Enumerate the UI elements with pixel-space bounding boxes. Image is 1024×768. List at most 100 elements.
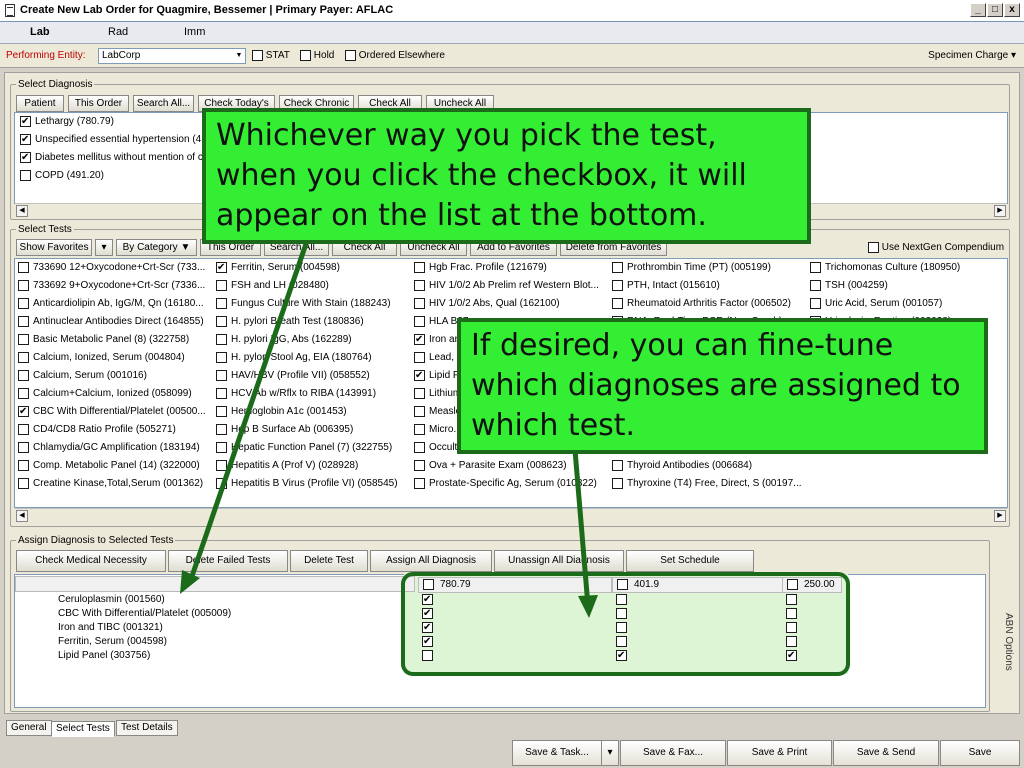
save-and-task-button[interactable]: Save & Task... [512,740,602,766]
test-checkbox[interactable] [414,388,425,399]
test-item[interactable]: Basic Metabolic Panel (8) (322758) [18,334,189,345]
dx-btn-this-order[interactable]: This Order [68,95,129,112]
specimen-charge-menu[interactable]: Specimen Charge ▾ [928,50,1016,61]
assign-btn-delete-failed-tests[interactable]: Delete Failed Tests [168,550,288,572]
test-checkbox[interactable] [414,424,425,435]
test-checkbox[interactable] [612,298,623,309]
diagnosis-item[interactable]: Unspecified essential hypertension (4 [20,133,201,146]
test-item[interactable]: Hepatic Function Panel (7) (322755) [216,442,392,453]
dx-btn-search-all[interactable]: Search All... [133,95,194,112]
diagnosis-checkbox[interactable] [20,133,31,146]
test-item[interactable]: HCV Ab w/Rflx to RIBA (143991) [216,388,376,399]
test-item[interactable]: Uric Acid, Serum (001057) [810,298,942,309]
test-item[interactable]: HIV 1/0/2 Ab Prelim ref Western Blot... [414,280,599,291]
test-checkbox[interactable] [414,316,425,327]
minimize-button[interactable]: _ [970,3,986,17]
test-checkbox[interactable] [414,352,425,363]
test-item[interactable]: CBC With Differential/Platelet (00500... [18,405,206,418]
stat-checkbox[interactable] [252,50,263,61]
test-item[interactable]: Hepatitis B Virus (Profile VI) (058545) [216,478,398,489]
test-checkbox[interactable] [612,280,623,291]
test-item[interactable]: Hgb Frac. Profile (121679) [414,262,547,273]
maximize-button[interactable]: □ [987,3,1003,17]
test-item[interactable]: Prothrombin Time (PT) (005199) [612,262,771,273]
assign-btn-delete-test[interactable]: Delete Test [290,550,368,572]
test-item[interactable]: Calcium, Serum (001016) [18,370,147,381]
test-checkbox[interactable] [216,334,227,345]
test-item[interactable]: Thyroid Antibodies (006684) [612,460,752,471]
test-checkbox[interactable] [414,298,425,309]
test-checkbox[interactable] [216,352,227,363]
test-item[interactable]: Thyroxine (T4) Free, Direct, S (00197... [612,478,802,489]
test-checkbox[interactable] [612,262,623,273]
assign-btn-assign-all-diagnosis[interactable]: Assign All Diagnosis [370,550,492,572]
scroll-right-icon[interactable]: ▶ [994,510,1006,522]
test-item[interactable]: HAV/HBV (Profile VII) (058552) [216,370,370,381]
test-checkbox[interactable] [414,478,425,489]
test-checkbox[interactable] [18,316,29,327]
tests-scrollbar[interactable]: ◀ ▶ [15,508,1007,522]
test-checkbox[interactable] [18,334,29,345]
test-checkbox[interactable] [18,388,29,399]
tab-select-tests[interactable]: Select Tests [51,721,115,737]
test-item[interactable]: Calcium, Ionized, Serum (004804) [18,352,185,363]
test-item[interactable]: CD4/CD8 Ratio Profile (505271) [18,424,176,435]
test-checkbox[interactable] [216,298,227,309]
hold-checkbox[interactable] [300,50,311,61]
test-checkbox[interactable] [216,388,227,399]
dx-btn-patient[interactable]: Patient [16,95,64,112]
test-item[interactable]: Hemoglobin A1c (001453) [216,406,347,417]
test-item[interactable]: PTH, Intact (015610) [612,280,720,291]
test-item[interactable]: Anticardiolipin Ab, IgG/M, Qn (16180... [18,298,204,309]
test-checkbox[interactable] [216,261,227,274]
test-item[interactable]: Micro... [414,424,462,435]
test-item[interactable]: Fungus Culture With Stain (188243) [216,298,391,309]
test-checkbox[interactable] [18,352,29,363]
ordered-elsewhere-checkbox[interactable] [345,50,356,61]
test-checkbox[interactable] [18,298,29,309]
test-checkbox[interactable] [18,424,29,435]
test-checkbox[interactable] [612,478,623,489]
tab-general[interactable]: General [6,720,52,736]
test-checkbox[interactable] [414,406,425,417]
assign-btn-unassign-all-diagnosis[interactable]: Unassign All Diagnosis [494,550,624,572]
save-and-fax-button[interactable]: Save & Fax... [620,740,726,766]
scroll-right-icon[interactable]: ▶ [994,205,1006,217]
test-item[interactable]: H. pylori Stool Ag, EIA (180764) [216,352,372,363]
test-checkbox[interactable] [216,442,227,453]
diagnosis-item[interactable]: COPD (491.20) [20,170,104,181]
test-checkbox[interactable] [414,333,425,346]
assign-btn-check-medical-necessity[interactable]: Check Medical Necessity [16,550,166,572]
test-item[interactable]: Trichomonas Culture (180950) [810,262,960,273]
test-checkbox[interactable] [18,478,29,489]
test-checkbox[interactable] [612,460,623,471]
test-checkbox[interactable] [216,478,227,489]
save-and-task-dropdown[interactable]: ▾ [601,740,619,766]
save-and-print-button[interactable]: Save & Print [727,740,832,766]
tests-btn-show-favorites[interactable]: Show Favorites [16,239,92,256]
tab-imm[interactable]: Imm [184,26,205,38]
test-checkbox[interactable] [810,262,821,273]
test-item[interactable]: Prostate-Specific Ag, Serum (010322) [414,478,597,489]
test-checkbox[interactable] [216,424,227,435]
diagnosis-item[interactable]: Lethargy (780.79) [20,115,114,128]
save-and-send-button[interactable]: Save & Send [833,740,939,766]
scroll-left-icon[interactable]: ◀ [16,510,28,522]
test-checkbox[interactable] [216,316,227,327]
dropdown-arrow-icon[interactable]: ▼ [233,49,245,63]
test-item[interactable]: TSH (004259) [810,280,888,291]
test-item[interactable]: HIV 1/0/2 Abs, Qual (162100) [414,298,560,309]
diagnosis-checkbox[interactable] [20,151,31,164]
assign-btn-set-schedule[interactable]: Set Schedule [626,550,754,572]
test-checkbox[interactable] [18,460,29,471]
test-checkbox[interactable] [18,280,29,291]
test-item[interactable]: Hep B Surface Ab (006395) [216,424,353,435]
test-checkbox[interactable] [414,280,425,291]
tests-btn-dropdown[interactable]: ▾ [95,239,113,256]
tab-test-details[interactable]: Test Details [116,720,178,736]
tab-lab[interactable]: Lab [30,26,50,38]
test-checkbox[interactable] [18,262,29,273]
test-checkbox[interactable] [414,460,425,471]
test-item[interactable]: FSH and LH (028480) [216,280,329,291]
tests-btn-by-category[interactable]: By Category ▼ [116,239,197,256]
